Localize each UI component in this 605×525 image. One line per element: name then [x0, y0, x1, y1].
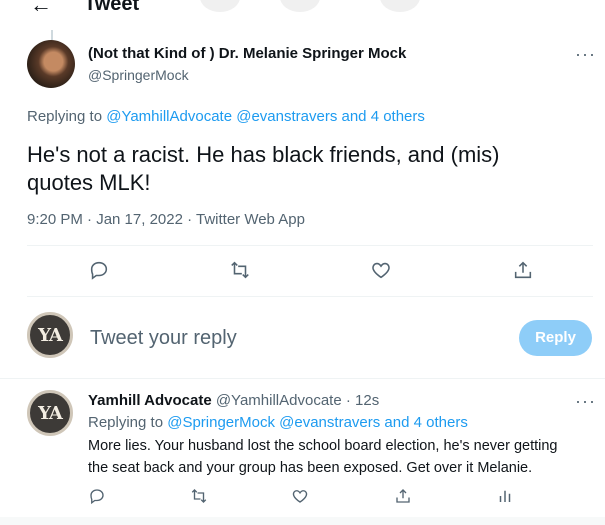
timeline-separator	[0, 517, 605, 525]
reply-icon[interactable]	[88, 487, 106, 505]
top-header: ← Tweet	[0, 0, 605, 22]
divider	[27, 296, 593, 297]
reply-icon[interactable]	[88, 259, 110, 281]
author-name[interactable]: (Not that Kind of ) Dr. Melanie Springer…	[88, 45, 406, 62]
tweet-text-line: quotes MLK!	[27, 170, 151, 195]
replying-mentions[interactable]: @SpringerMock @evanstravers	[167, 414, 380, 431]
share-icon[interactable]	[512, 259, 534, 281]
header-background-shape	[380, 0, 420, 12]
replying-mentions[interactable]: @YamhillAdvocate @evanstravers	[106, 108, 337, 125]
more-options-icon[interactable]: ···	[575, 392, 596, 410]
reply-text: More lies. Your husband lost the school …	[88, 435, 593, 479]
avatar[interactable]	[27, 40, 75, 88]
share-icon[interactable]	[394, 487, 412, 505]
divider	[27, 245, 593, 246]
header-background-shape	[200, 0, 240, 12]
replying-to: Replying to @SpringerMock @evanstravers …	[88, 414, 468, 431]
tweet-text: He's not a racist. He has black friends,…	[27, 141, 567, 197]
replying-others[interactable]: and 4 others	[384, 414, 467, 431]
reply-text-line: the seat back and your group has been ex…	[88, 460, 533, 476]
reply-time[interactable]: · 12s	[346, 392, 379, 409]
avatar[interactable]: YA	[27, 390, 73, 436]
reply-button[interactable]: Reply	[519, 320, 592, 356]
replying-prefix: Replying to	[88, 414, 168, 431]
divider	[0, 378, 605, 379]
reply-author-handle[interactable]: @YamhillAdvocate	[216, 392, 342, 409]
like-icon[interactable]	[291, 487, 309, 505]
tweet-meta[interactable]: 9:20 PM · Jan 17, 2022 · Twitter Web App	[27, 211, 305, 228]
reply-author-name[interactable]: Yamhill Advocate	[88, 392, 212, 409]
thread-line	[51, 30, 53, 40]
header-background-shape	[280, 0, 320, 12]
reply-input[interactable]: Tweet your reply	[90, 327, 237, 350]
retweet-icon[interactable]	[229, 259, 251, 281]
page-title: Tweet	[84, 0, 140, 15]
arrow-left-icon[interactable]: ←	[30, 0, 52, 16]
replying-to: Replying to @YamhillAdvocate @evanstrave…	[27, 108, 425, 125]
retweet-icon[interactable]	[190, 487, 208, 505]
more-options-icon[interactable]: ···	[575, 45, 596, 63]
analytics-icon[interactable]	[496, 487, 514, 505]
reply-author-line: Yamhill Advocate @YamhillAdvocate · 12s	[88, 392, 379, 409]
like-icon[interactable]	[370, 259, 392, 281]
avatar[interactable]: YA	[27, 312, 73, 358]
replying-prefix: Replying to	[27, 108, 107, 125]
reply-text-line: More lies. Your husband lost the school …	[88, 438, 558, 454]
tweet-text-line: He's not a racist. He has black friends,…	[27, 142, 500, 167]
author-handle[interactable]: @SpringerMock	[88, 67, 189, 83]
replying-others[interactable]: and 4 others	[342, 108, 425, 125]
